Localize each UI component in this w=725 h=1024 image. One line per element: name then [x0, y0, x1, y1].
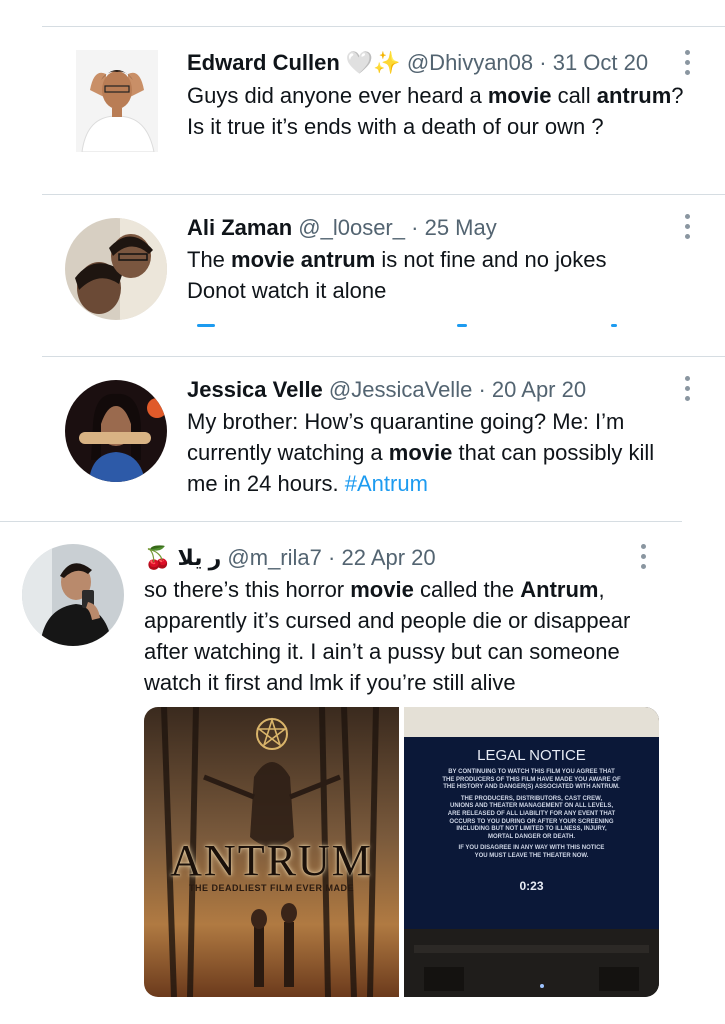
name-emoji: 🍒	[144, 546, 172, 571]
pentagram-icon	[255, 717, 289, 751]
notice-line: ARE RELEASED OF ALL LIABILITY FOR ANY EV…	[447, 810, 616, 817]
separator-dot: ·	[411, 215, 419, 240]
hashtag-link[interactable]: #Antrum	[345, 471, 428, 496]
tweet-text: The movie antrum is not fine and no joke…	[187, 244, 657, 306]
notice-line: THE PRODUCERS OF THIS FILM HAVE MADE YOU…	[442, 776, 621, 783]
notice-body: BY CONTINUING TO WATCH THIS FILM YOU AGR…	[410, 769, 653, 861]
divider	[42, 194, 725, 195]
text-segment: so there’s this horror	[144, 577, 351, 602]
tweet-date[interactable]: 22 Apr 20	[341, 545, 435, 570]
bold-keyword: movie	[487, 83, 552, 108]
author-handle[interactable]: @_l0oser_	[298, 215, 405, 240]
divider	[42, 26, 725, 27]
poster-tagline: THE DEADLIEST FILM EVER MADE	[188, 883, 354, 893]
tweet-date[interactable]: 25 May	[425, 215, 497, 240]
bold-keyword: Antrum	[520, 577, 599, 602]
separator-dot: ·	[328, 545, 336, 570]
tweet-text: My brother: How’s quarantine going? Me: …	[187, 406, 687, 499]
legal-notice-image[interactable]: LEGAL NOTICE BY CONTINUING TO WATCH THIS…	[404, 707, 659, 997]
author-name[interactable]: Jessica Velle	[187, 377, 323, 402]
author-handle[interactable]: @m_rila7	[227, 545, 321, 570]
author-name[interactable]: Edward Cullen	[187, 50, 340, 75]
more-options-icon[interactable]	[638, 544, 648, 569]
divider	[0, 521, 682, 522]
bold-keyword: movie	[350, 577, 414, 602]
text-segment: called the	[413, 577, 521, 602]
author-handle[interactable]: @Dhivyan08	[407, 50, 533, 75]
tweet-text: so there’s this horror movie called the …	[144, 574, 654, 698]
truncated-content-bar	[187, 324, 647, 328]
tweet-date[interactable]: 20 Apr 20	[492, 377, 586, 402]
avatar[interactable]	[65, 380, 167, 482]
bold-keyword: movie	[388, 440, 453, 465]
more-options-icon[interactable]	[682, 214, 692, 239]
notice-heading: LEGAL NOTICE	[477, 747, 586, 764]
separator-dot: ·	[539, 50, 547, 75]
name-emoji: 🤍✨	[345, 51, 401, 76]
avatar[interactable]	[22, 544, 124, 646]
tweet-date[interactable]: 31 Oct 20	[553, 50, 648, 75]
author-name[interactable]: ر يلا	[178, 545, 222, 570]
notice-line: THE HISTORY AND DANGER(S) ASSOCIATED WIT…	[443, 784, 620, 791]
tweet-text: Guys did anyone ever heard a movie call …	[187, 80, 687, 142]
notice-line: MORTAL DANGER OR DEATH.	[488, 833, 575, 840]
bold-keyword: movie antrum	[231, 247, 376, 272]
divider	[42, 356, 725, 357]
text-segment: call	[551, 83, 597, 108]
bold-keyword: antrum	[596, 83, 672, 108]
notice-line: UNIONS AND THEATER MANAGEMENT ON ALL LEV…	[449, 803, 613, 810]
notice-line: YOU MUST LEAVE THE THEATER NOW.	[474, 852, 589, 859]
notice-line: IF YOU DISAGREE IN ANY WAY WITH THIS NOT…	[458, 845, 605, 852]
notice-timer: 0:23	[519, 879, 544, 893]
avatar[interactable]	[76, 50, 158, 152]
poster-title: ANTRUM	[170, 836, 373, 885]
text-segment: The	[187, 247, 232, 272]
avatar[interactable]	[65, 218, 167, 320]
notice-line: OCCURS TO YOU DURING OR AFTER YOUR SCREE…	[449, 818, 614, 825]
separator-dot: ·	[478, 377, 486, 402]
author-name[interactable]: Ali Zaman	[187, 215, 292, 240]
more-options-icon[interactable]	[682, 50, 692, 75]
movie-poster-image[interactable]: ANTRUM THE DEADLIEST FILM EVER MADE	[144, 707, 399, 997]
text-segment: Guys did anyone ever heard a	[187, 83, 488, 108]
notice-line: BY CONTINUING TO WATCH THIS FILM YOU AGR…	[448, 769, 615, 775]
notice-line: INCLUDING BUT NOT LIMITED TO ILLNESS, IN…	[456, 826, 607, 833]
more-options-icon[interactable]	[682, 376, 692, 401]
author-handle[interactable]: @JessicaVelle	[329, 377, 472, 402]
notice-line: THE PRODUCERS, DISTRIBUTORS, CAST CREW,	[460, 795, 603, 802]
